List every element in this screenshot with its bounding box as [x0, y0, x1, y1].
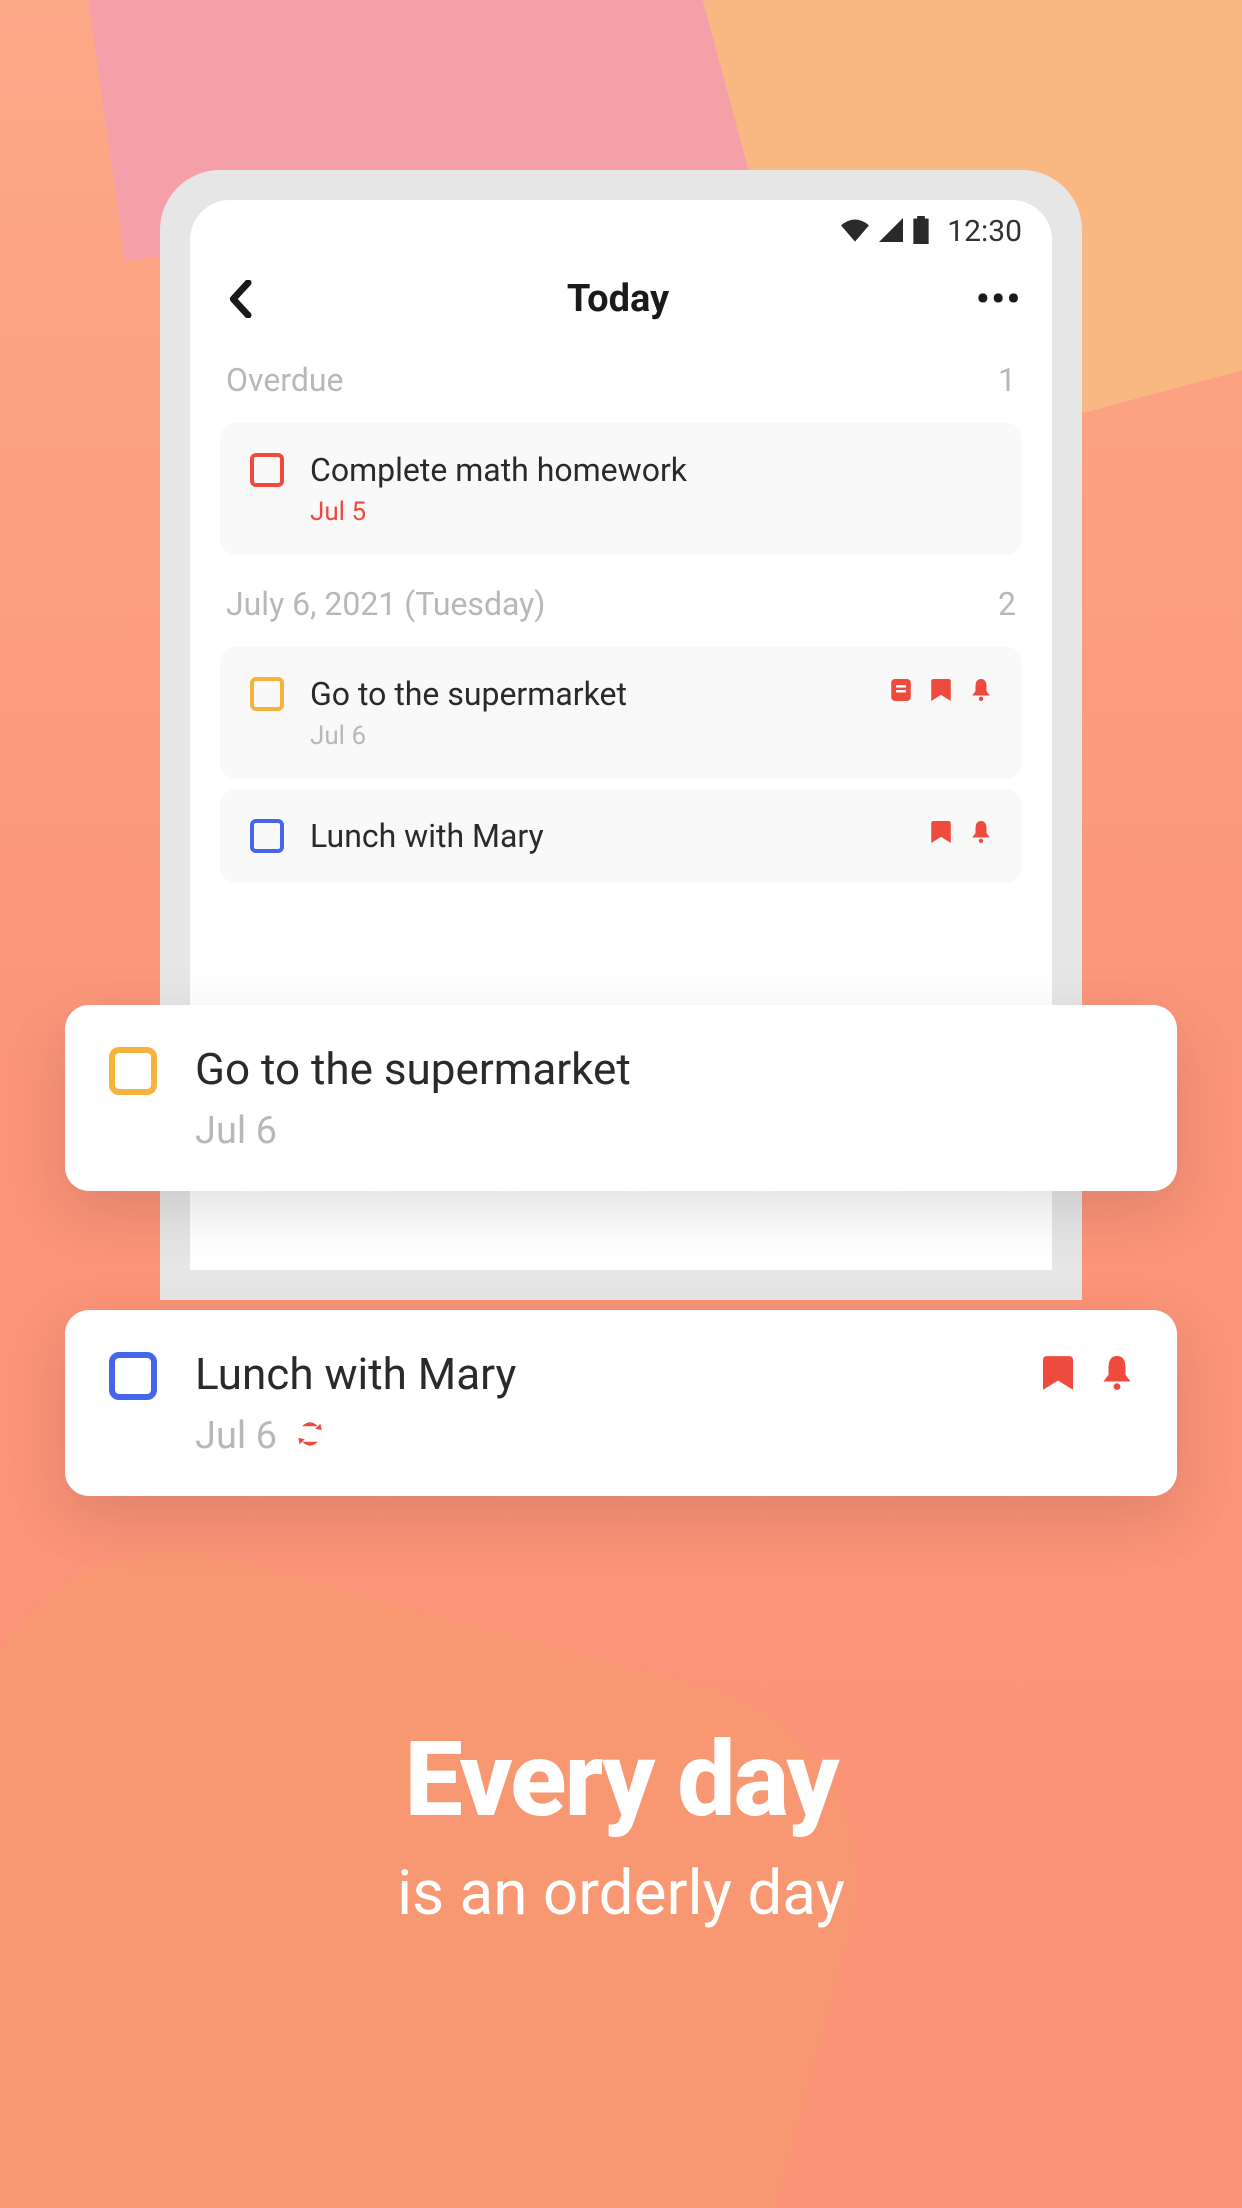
task-date: Jul 6 [195, 1109, 277, 1153]
tag-icon [930, 821, 952, 843]
battery-icon [913, 216, 929, 248]
task-body: Go to the supermarket Jul 6 [310, 675, 864, 751]
caption-line-2: is an orderly day [0, 1857, 1242, 1930]
float-card-lunch[interactable]: Lunch with Mary Jul 6 [65, 1310, 1177, 1496]
task-title: Lunch with Mary [310, 817, 904, 855]
chevron-left-icon [228, 280, 252, 318]
promo-caption: Every day is an orderly day [0, 1720, 1242, 1930]
task-date: Jul 6 [310, 721, 864, 751]
task-checkbox[interactable] [250, 819, 284, 853]
bell-icon [1101, 1356, 1133, 1394]
section-today-count: 2 [998, 585, 1016, 623]
status-bar: 12:30 [190, 200, 1052, 257]
section-today-label: July 6, 2021 (Tuesday) [226, 585, 545, 623]
task-title: Go to the supermarket [310, 675, 864, 713]
float-card-supermarket[interactable]: Go to the supermarket Jul 6 [65, 1005, 1177, 1191]
task-title: Lunch with Mary [195, 1348, 1005, 1400]
section-overdue-label: Overdue [226, 361, 343, 399]
task-body: Lunch with Mary Jul 6 [195, 1348, 1005, 1458]
promo-background: 12:30 Today ••• Overdue 1 Complete math … [0, 0, 1242, 2208]
status-time: 12:30 [947, 214, 1022, 249]
task-title: Go to the supermarket [195, 1043, 1133, 1095]
section-header-today: July 6, 2021 (Tuesday) 2 [190, 565, 1052, 637]
task-date: Jul 6 [195, 1414, 277, 1458]
note-icon [890, 679, 912, 701]
task-date: Jul 5 [310, 497, 992, 527]
task-card-today-1[interactable]: Go to the supermarket Jul 6 [220, 647, 1022, 779]
task-card-today-2[interactable]: Lunch with Mary [220, 789, 1022, 883]
task-icon-row [1043, 1356, 1133, 1394]
app-header: Today ••• [190, 257, 1052, 341]
task-checkbox[interactable] [109, 1047, 157, 1095]
page-title: Today [567, 277, 669, 321]
task-body: Lunch with Mary [310, 817, 904, 855]
section-header-overdue: Overdue 1 [190, 341, 1052, 413]
tag-icon [1043, 1356, 1073, 1394]
task-checkbox[interactable] [250, 453, 284, 487]
task-checkbox[interactable] [109, 1352, 157, 1400]
task-body: Complete math homework Jul 5 [310, 451, 992, 527]
bell-icon [970, 679, 992, 701]
task-icon-row [930, 821, 992, 843]
caption-line-1: Every day [0, 1720, 1242, 1841]
wifi-icon [841, 218, 869, 246]
task-icon-row [890, 679, 992, 701]
task-title: Complete math homework [310, 451, 992, 489]
signal-icon [879, 218, 903, 246]
task-card-overdue-1[interactable]: Complete math homework Jul 5 [220, 423, 1022, 555]
task-body: Go to the supermarket Jul 6 [195, 1043, 1133, 1153]
tag-icon [930, 679, 952, 701]
more-button[interactable]: ••• [976, 278, 1022, 320]
task-checkbox[interactable] [250, 677, 284, 711]
repeat-icon [297, 1421, 323, 1451]
section-overdue-count: 1 [998, 361, 1016, 399]
back-button[interactable] [220, 279, 260, 319]
bell-icon [970, 821, 992, 843]
